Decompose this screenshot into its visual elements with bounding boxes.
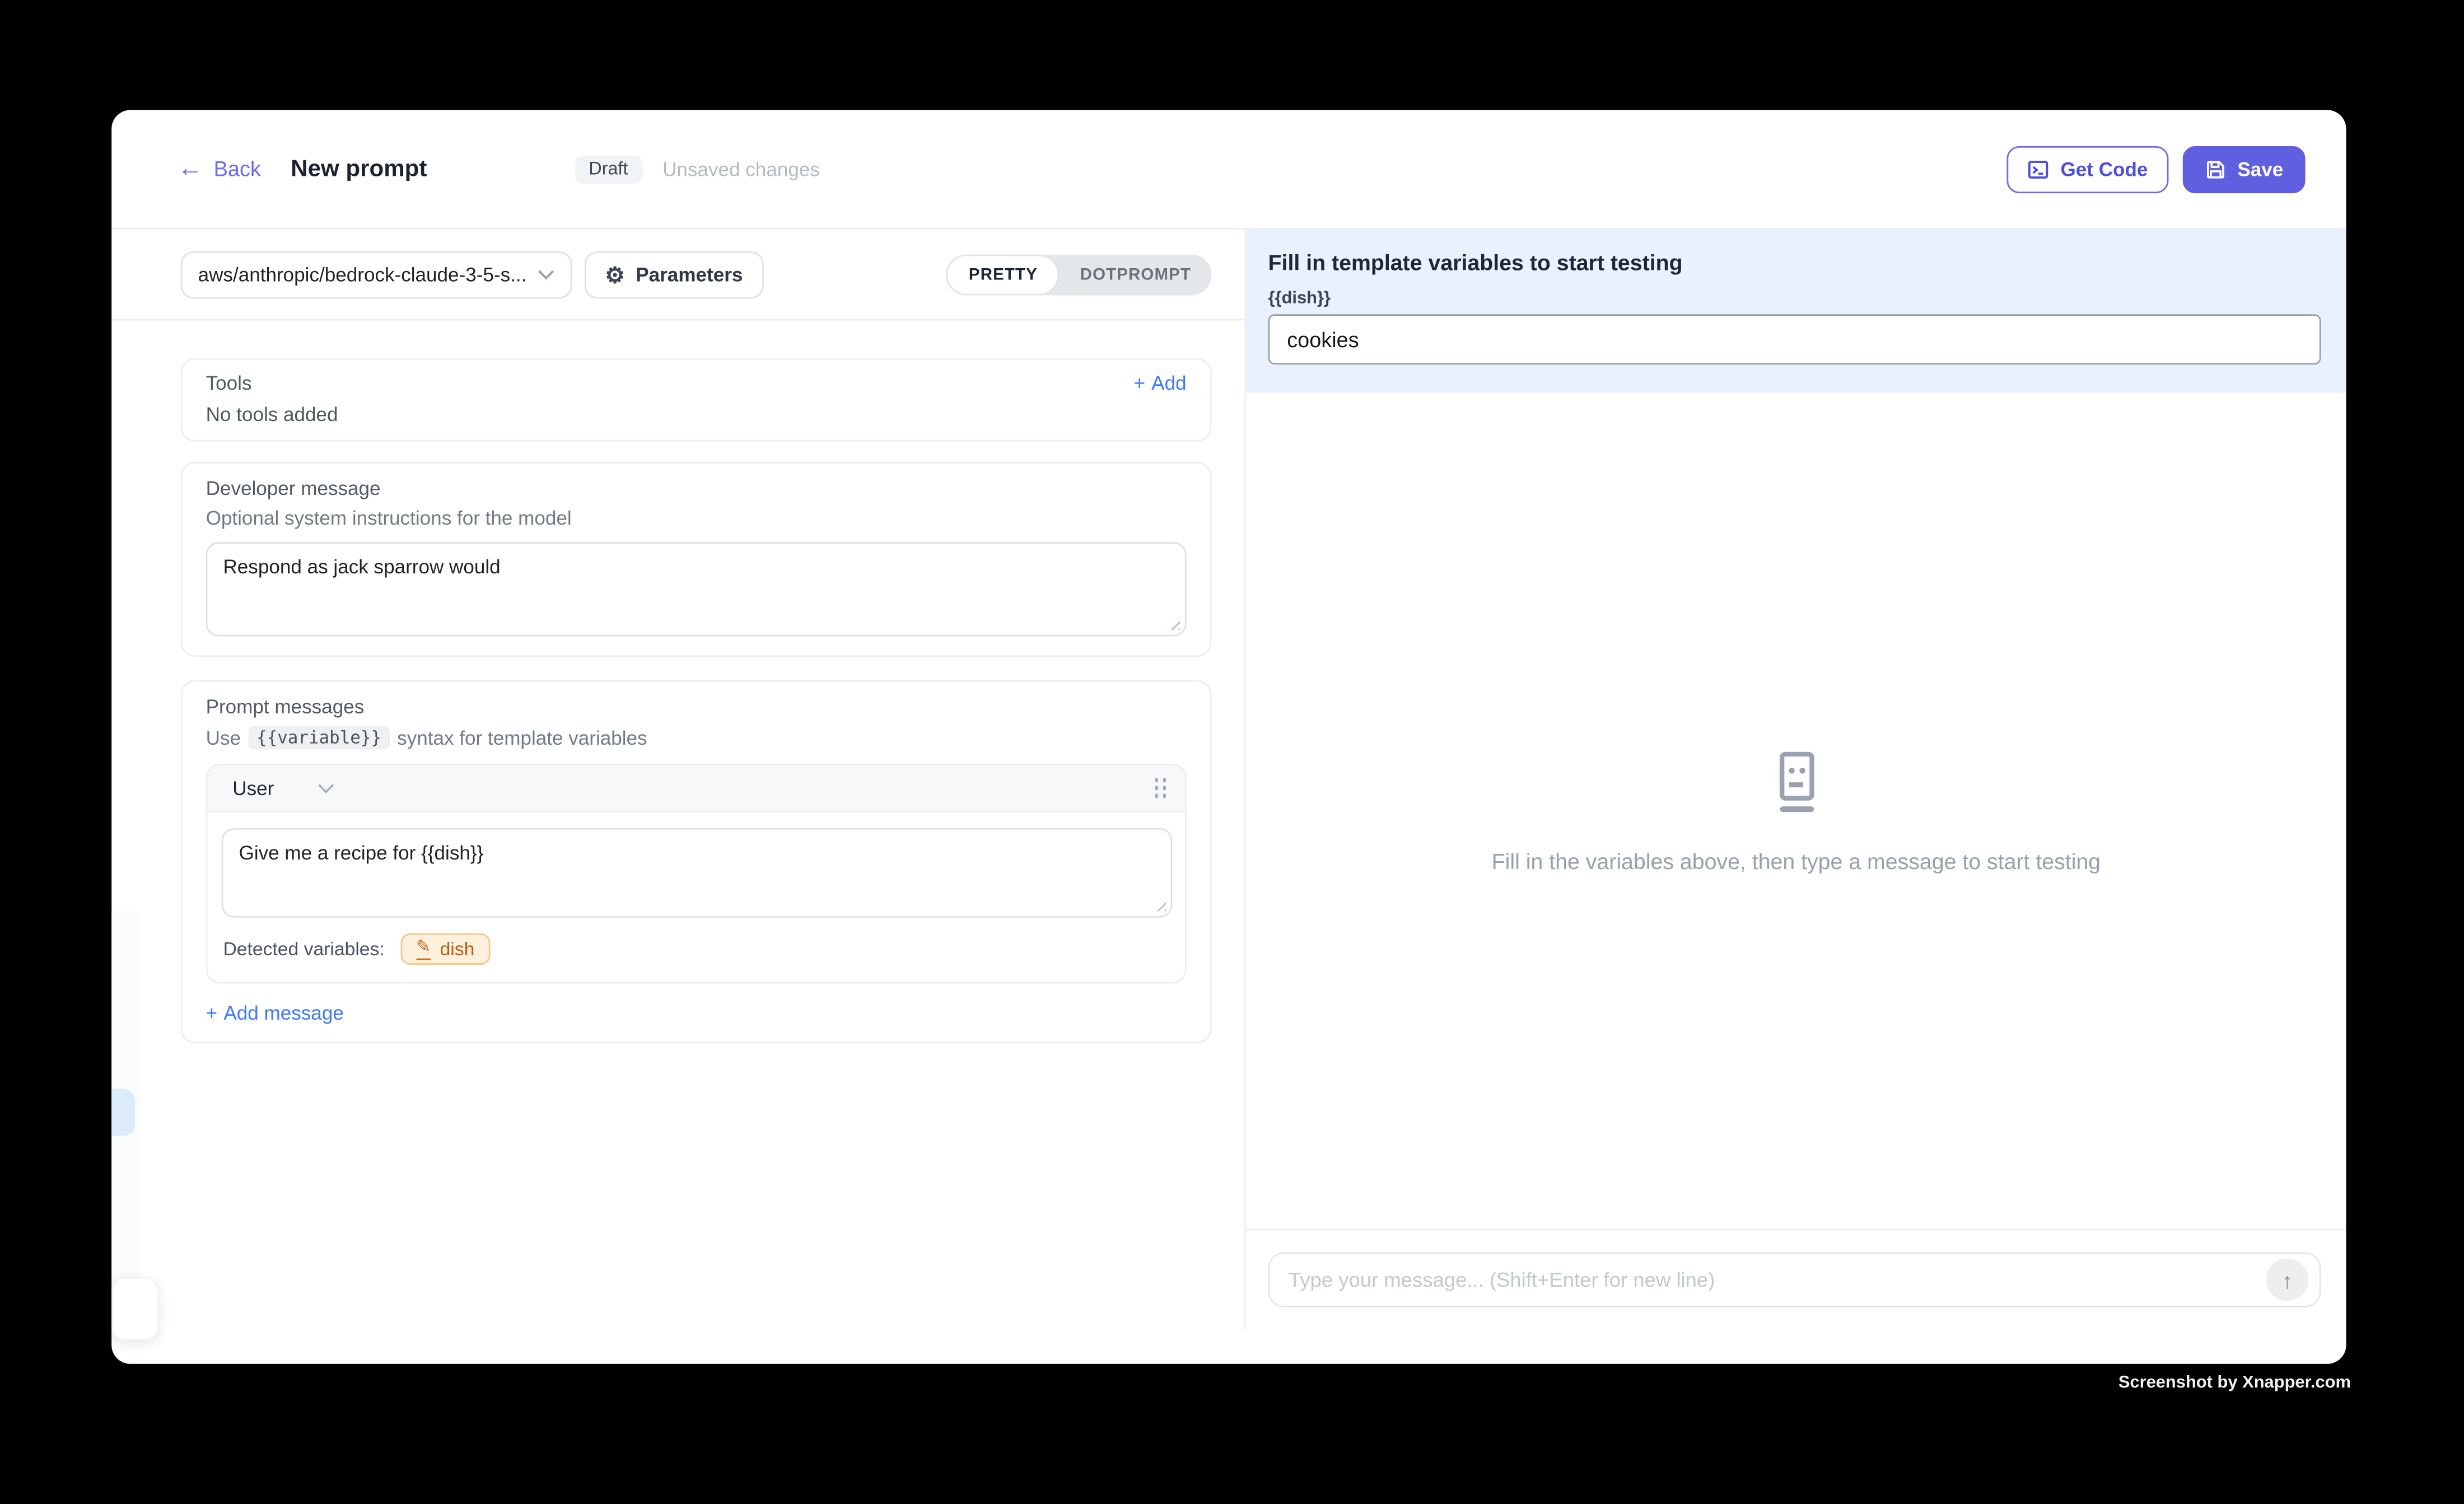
hint-code: {{variable}} [249, 726, 389, 749]
save-button[interactable]: Save [2182, 146, 2305, 193]
variable-name-label: {{dish}} [1268, 289, 2321, 308]
developer-message-card: Developer message Optional system instru… [181, 462, 1212, 657]
add-message-button[interactable]: + Add message [206, 1002, 1187, 1024]
model-select-value: aws/anthropic/bedrock-claude-3-5-s... [198, 263, 527, 285]
chat-empty-text: Fill in the variables above, then type a… [1492, 848, 2101, 873]
hint-prefix: Use [206, 727, 241, 749]
send-button[interactable]: ↑ [2266, 1259, 2308, 1301]
model-select[interactable]: aws/anthropic/bedrock-claude-3-5-s... [181, 251, 572, 298]
message-group-body: Give me a recipe for {{dish}} Detected v… [207, 812, 1184, 982]
prompt-editor-window: ← Back New prompt Draft Unsaved changes … [111, 110, 2346, 1363]
prompt-messages-hint: Use {{variable}} syntax for template var… [206, 726, 1187, 749]
back-button[interactable]: ← Back [178, 156, 261, 181]
tools-card: Tools + Add No tools added [181, 358, 1212, 442]
card-footer [111, 1329, 2346, 1364]
hint-suffix: syntax for template variables [397, 727, 647, 749]
background-popover [111, 1277, 158, 1340]
resize-handle[interactable] [1152, 897, 1166, 911]
status-badge: Draft [575, 155, 642, 183]
test-panel: Fill in template variables to start test… [1246, 230, 2346, 1329]
template-variables-panel: Fill in template variables to start test… [1246, 230, 2346, 393]
message-textarea[interactable]: Give me a recipe for {{dish}} [222, 828, 1173, 918]
back-arrow-icon: ← [178, 156, 203, 181]
header-actions: Get Code Save [2007, 146, 2306, 193]
detected-variables-row: Detected variables: ✎ dish [222, 918, 1173, 982]
chevron-down-icon [538, 268, 555, 280]
variable-value-input[interactable] [1268, 314, 2321, 365]
body: aws/anthropic/bedrock-claude-3-5-s... ⚙ … [111, 230, 2346, 1329]
template-variables-title: Fill in template variables to start test… [1268, 250, 2321, 275]
variable-chip-dish[interactable]: ✎ dish [400, 933, 491, 965]
robot-face-icon [1763, 749, 1829, 815]
editor-panel: aws/anthropic/bedrock-claude-3-5-s... ⚙ … [111, 230, 1246, 1329]
prompt-messages-title: Prompt messages [206, 696, 1187, 718]
page-title: New prompt [291, 156, 427, 183]
editor-toolbar: aws/anthropic/bedrock-claude-3-5-s... ⚙ … [111, 230, 1244, 321]
watermark: Screenshot by Xnapper.com [2118, 1374, 2351, 1393]
message-group: User G [206, 764, 1187, 984]
tools-title: Tools [206, 372, 252, 394]
message-value: Give me a recipe for {{dish}} [239, 842, 484, 864]
developer-message-textarea[interactable]: Respond as jack sparrow would [206, 542, 1187, 636]
send-arrow-icon: ↑ [2281, 1267, 2293, 1292]
add-tool-label: Add [1151, 372, 1186, 394]
save-icon [2204, 158, 2226, 180]
variable-chip-label: dish [440, 938, 475, 960]
toggle-dotprompt[interactable]: DOTPROMPT [1060, 254, 1211, 295]
back-label: Back [214, 157, 261, 181]
chat-empty-state: Fill in the variables above, then type a… [1246, 393, 2346, 1229]
prompt-messages-card: Prompt messages Use {{variable}} syntax … [181, 680, 1212, 1043]
header: ← Back New prompt Draft Unsaved changes … [111, 110, 2346, 229]
developer-message-title: Developer message [206, 478, 1187, 499]
terminal-icon [2028, 158, 2050, 180]
detected-variables-label: Detected variables: [223, 938, 384, 960]
gear-icon: ⚙ [605, 263, 624, 285]
tools-empty-text: No tools added [206, 404, 1187, 426]
view-toggle: PRETTY DOTPROMPT [947, 254, 1212, 295]
developer-message-subtitle: Optional system instructions for the mod… [206, 507, 1187, 529]
plus-icon: + [206, 1002, 218, 1024]
stage: ← Back New prompt Draft Unsaved changes … [0, 0, 2464, 1503]
chat-message-input[interactable] [1268, 1252, 2321, 1307]
pencil-icon: ✎ [416, 939, 431, 960]
role-select-value: User [232, 777, 274, 799]
role-select[interactable]: User [232, 777, 335, 799]
save-label: Save [2237, 158, 2283, 180]
background-sidebar-highlight [111, 1089, 135, 1136]
chat-input-row: ↑ [1246, 1229, 2346, 1329]
add-tool-button[interactable]: + Add [1133, 372, 1186, 394]
developer-message-value: Respond as jack sparrow would [223, 556, 500, 578]
get-code-button[interactable]: Get Code [2007, 146, 2168, 193]
toggle-pretty[interactable]: PRETTY [947, 254, 1060, 295]
drag-handle-icon[interactable] [1154, 778, 1166, 798]
editor-content: Tools + Add No tools added Developer mes… [111, 320, 1244, 1329]
parameters-button[interactable]: ⚙ Parameters [585, 251, 763, 298]
unsaved-changes-text: Unsaved changes [662, 158, 820, 180]
get-code-label: Get Code [2060, 158, 2148, 180]
message-role-row: User [207, 765, 1184, 812]
resize-handle[interactable] [1166, 616, 1180, 630]
parameters-label: Parameters [636, 263, 743, 285]
chevron-down-icon [318, 782, 335, 794]
add-message-label: Add message [223, 1002, 343, 1024]
plus-icon: + [1133, 372, 1145, 394]
